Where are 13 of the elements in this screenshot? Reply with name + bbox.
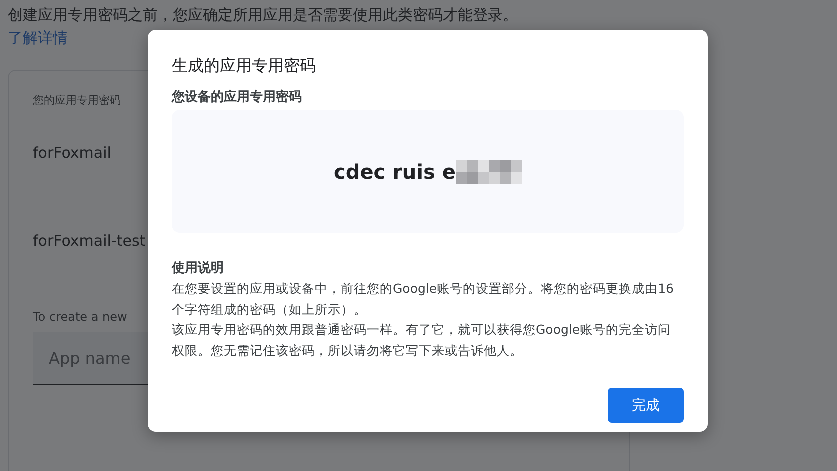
instructions-paragraph: 在您要设置的应用或设备中，前往您的Google账号的设置部分。将您的密码更换成由16个字符组成的密码（如上所示）。 xyxy=(172,280,675,318)
intro-text: 创建应用专用密码之前，您应确定所用应用是否需要使用此类密码才能登录。 xyxy=(8,5,519,26)
app-name: forFoxmail xyxy=(33,144,112,162)
instructions-paragraph: 该应用专用密码的效用跟普通密码一样。有了它，就可以获得您Google账号的完全访问权限。您无需记住该密码，所以请勿将它写下来或告诉他人。 xyxy=(172,321,672,360)
password-text: cdec ruis e xyxy=(334,160,456,184)
card-heading: 您的应用专用密码 xyxy=(33,93,121,108)
done-button[interactable]: 完成 xyxy=(608,388,684,423)
create-hint: To create a new xyxy=(33,310,128,324)
app-name: forFoxmail-test xyxy=(33,232,146,250)
learn-more-link[interactable]: 了解详情 xyxy=(8,26,68,50)
dialog-title: 生成的应用专用密码 xyxy=(172,55,317,77)
password-label: 您设备的应用专用密码 xyxy=(172,88,303,106)
instructions-heading: 使用说明 xyxy=(172,260,225,278)
